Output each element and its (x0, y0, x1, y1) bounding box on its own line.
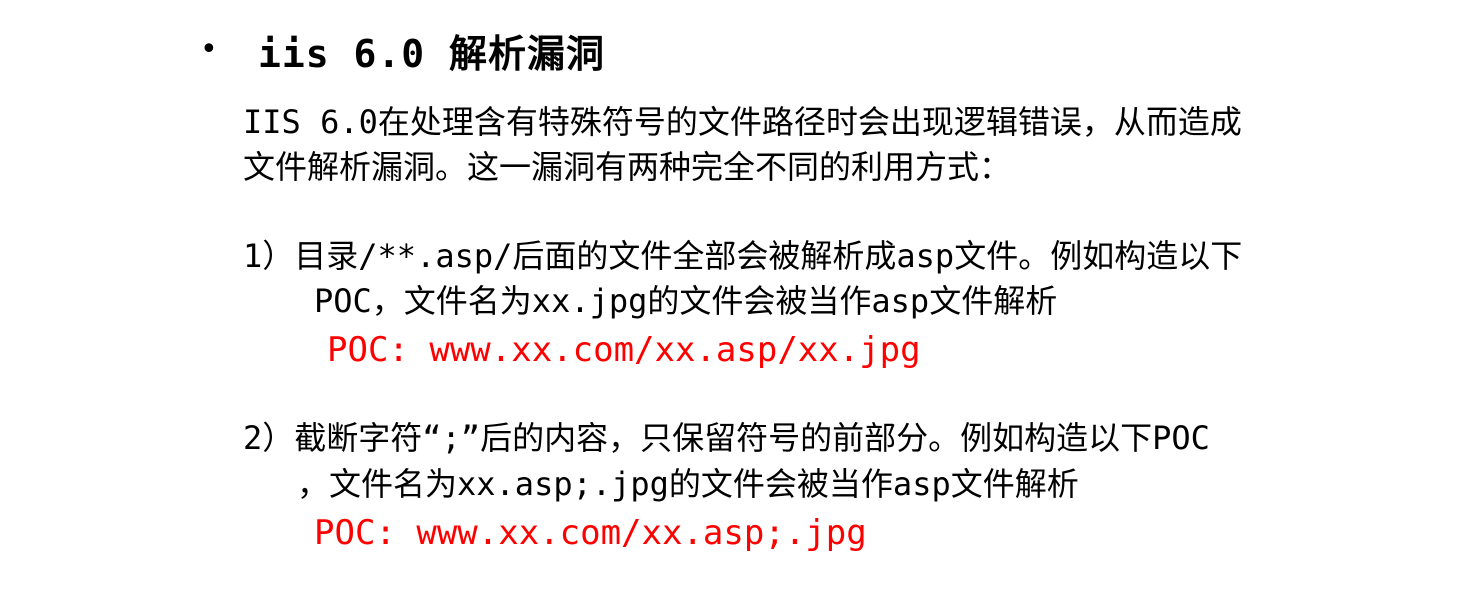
method-1-line-2: POC，文件名为xx.jpg的文件会被当作asp文件解析 (314, 282, 1058, 320)
method-1-poc: POC: www.xx.com/xx.asp/xx.jpg (327, 330, 921, 370)
method-2-line-2: ，文件名为xx.asp;.jpg的文件会被当作asp文件解析 (297, 465, 1079, 503)
method-2-line-1: 2）截断字符“;”后的内容，只保留符号的前部分。例如构造以下POC (243, 419, 1210, 457)
intro-line-1: IIS 6.0在处理含有特殊符号的文件路径时会出现逻辑错误，从而造成 (243, 103, 1242, 141)
bullet-icon: • (200, 32, 218, 67)
method-2-poc: POC: www.xx.com/xx.asp;.jpg (314, 513, 867, 553)
slide: • iis 6.0 解析漏洞 IIS 6.0在处理含有特殊符号的文件路径时会出现… (0, 0, 1473, 599)
intro-line-2: 文件解析漏洞。这一漏洞有两种完全不同的利用方式： (243, 148, 1012, 186)
slide-title: iis 6.0 解析漏洞 (258, 31, 606, 76)
method-1-line-1: 1）目录/**.asp/后面的文件全部会被解析成asp文件。例如构造以下 (243, 237, 1243, 275)
heading-row: • iis 6.0 解析漏洞 (200, 22, 605, 78)
